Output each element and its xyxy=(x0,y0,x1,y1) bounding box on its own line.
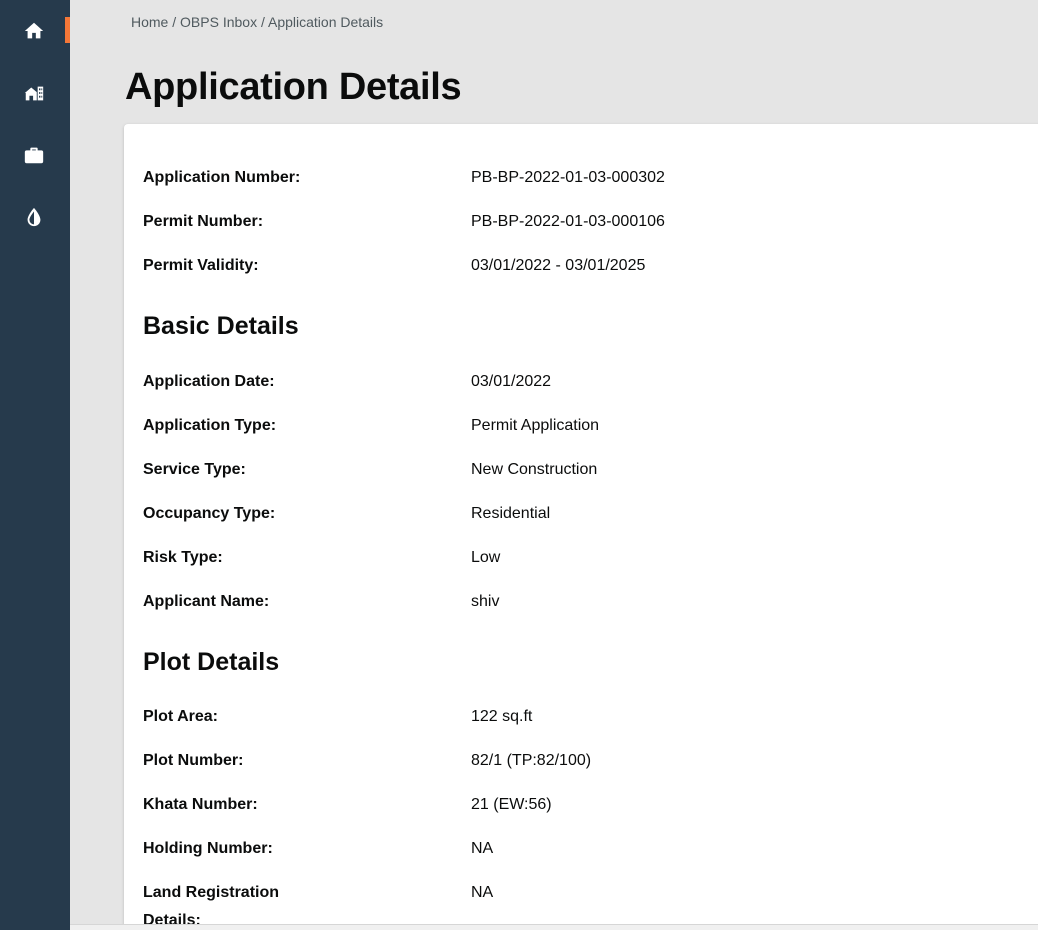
detail-label: Risk Type: xyxy=(143,549,223,566)
detail-value: Permit Application xyxy=(471,417,600,434)
detail-value: 122 sq.ft xyxy=(471,708,533,725)
detail-value: 21 (EW:56) xyxy=(471,796,552,813)
section-title-plot-details: Plot Details xyxy=(143,648,280,676)
home-icon xyxy=(24,22,44,39)
detail-value: PB-BP-2022-01-03-000302 xyxy=(471,169,665,186)
detail-label: Holding Number: xyxy=(143,840,273,857)
detail-label: Plot Area: xyxy=(143,708,218,725)
detail-label: Khata Number: xyxy=(143,796,258,813)
detail-label: Land Registration Details: xyxy=(143,884,280,929)
briefcase-icon xyxy=(24,147,44,164)
sidebar xyxy=(0,0,70,930)
detail-label: Permit Number: xyxy=(143,213,264,230)
detail-value: NA xyxy=(471,840,494,857)
detail-value: Residential xyxy=(471,505,551,522)
detail-value: 03/01/2022 xyxy=(471,373,552,390)
breadcrumb-current: Application Details xyxy=(267,14,384,30)
water-drop-icon xyxy=(27,207,41,227)
breadcrumb-separator: / xyxy=(172,14,177,30)
detail-label: Application Type: xyxy=(143,417,277,434)
breadcrumb-separator: / xyxy=(260,14,265,30)
detail-value: NA xyxy=(471,884,494,901)
breadcrumb-inbox[interactable]: OBPS Inbox xyxy=(180,14,257,30)
detail-label: Occupancy Type: xyxy=(143,505,276,522)
section-title-basic-details: Basic Details xyxy=(143,312,299,340)
detail-value: shiv xyxy=(471,593,500,610)
sidebar-item-building[interactable] xyxy=(0,73,70,113)
detail-label: Plot Number: xyxy=(143,752,244,769)
detail-value: 03/01/2022 - 03/01/2025 xyxy=(471,257,646,274)
detail-label: Application Number: xyxy=(143,169,301,186)
detail-label: Service Type: xyxy=(143,461,246,478)
detail-value: PB-BP-2022-01-03-000106 xyxy=(471,213,665,230)
sidebar-item-home[interactable] xyxy=(0,11,70,51)
horizontal-scrollbar[interactable] xyxy=(70,924,1038,930)
detail-label: Permit Validity: xyxy=(143,257,259,274)
details-card: Application Number: PB-BP-2022-01-03-000… xyxy=(124,124,1038,930)
detail-value: New Construction xyxy=(471,461,598,478)
detail-value: 82/1 (TP:82/100) xyxy=(471,752,592,769)
main-content: Home / OBPS Inbox / Application Details … xyxy=(70,0,1038,930)
building-icon xyxy=(24,86,44,101)
detail-label: Applicant Name: xyxy=(143,593,270,610)
detail-label: Application Date: xyxy=(143,373,275,390)
breadcrumb-home[interactable]: Home xyxy=(131,14,168,30)
sidebar-item-water[interactable] xyxy=(0,197,70,237)
detail-value: Low xyxy=(471,549,501,566)
breadcrumb: Home / OBPS Inbox / Application Details xyxy=(131,14,383,30)
page-title: Application Details xyxy=(125,66,462,108)
sidebar-item-briefcase[interactable] xyxy=(0,135,70,175)
